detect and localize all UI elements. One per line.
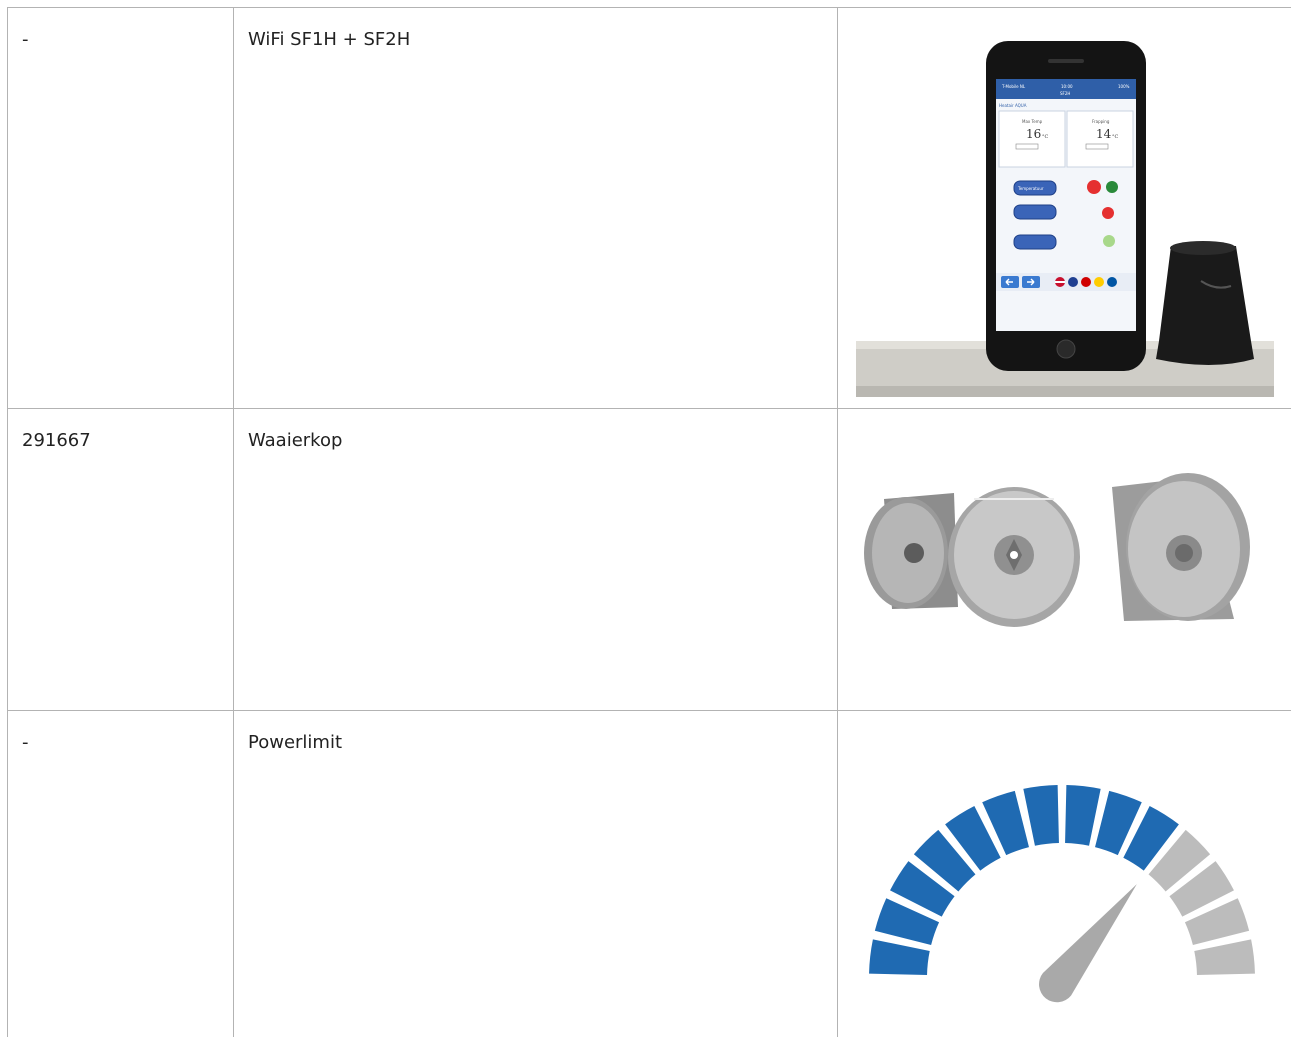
products-table: - WiFi SF1H + SF2H T-Mobile NL 10:00 100… — [7, 7, 1291, 1037]
screen-button-1: Temperatuur — [1017, 186, 1044, 191]
product-name: Powerlimit — [248, 732, 343, 753]
screen-status-right: 100% — [1118, 84, 1130, 89]
table-row: - WiFi SF1H + SF2H T-Mobile NL 10:00 100… — [7, 7, 1291, 409]
gauge-segment — [1065, 785, 1101, 846]
table-row: 291667 Waaierkop — [7, 408, 1291, 711]
gauge-needle — [1039, 884, 1137, 1003]
article-code-cell: 291667 — [7, 408, 234, 711]
gauge-segment — [1023, 785, 1059, 846]
smartphone-app-photo: T-Mobile NL 10:00 100% SF2H Heatair AQUA… — [856, 41, 1274, 397]
article-code-cell: - — [7, 710, 234, 1037]
article-code: - — [22, 732, 29, 753]
product-name: Waaierkop — [248, 430, 343, 451]
gauge-segment — [1194, 939, 1255, 975]
screen-temp-right-label: Frapping — [1092, 119, 1110, 124]
screen-temp-left-label: Max Temp — [1022, 119, 1043, 124]
table-row: - Powerlimit — [7, 710, 1291, 1037]
screen-temp-left-value: 16 — [1026, 127, 1041, 141]
description-cell: Powerlimit — [233, 710, 838, 1037]
screen-temp-right-value: 14 — [1096, 127, 1112, 141]
gauge-segment — [869, 939, 930, 975]
screen-temp-right-unit: °C — [1112, 134, 1119, 140]
product-name: WiFi SF1H + SF2H — [248, 29, 411, 50]
description-cell: WiFi SF1H + SF2H — [233, 7, 838, 409]
screen-status-center: 10:00 — [1061, 84, 1073, 89]
article-code-cell: - — [7, 7, 234, 409]
image-cell: T-Mobile NL 10:00 100% SF2H Heatair AQUA… — [837, 7, 1291, 409]
fan-head-photo — [864, 473, 1250, 627]
image-cell — [837, 710, 1291, 1037]
screen-header: SF2H — [1060, 91, 1070, 96]
power-gauge-icon — [869, 785, 1255, 1003]
image-cell — [837, 408, 1291, 711]
screen-device: Heatair AQUA — [999, 103, 1027, 108]
article-code: 291667 — [22, 430, 91, 451]
article-code: - — [22, 29, 29, 50]
description-cell: Waaierkop — [233, 408, 838, 711]
screen-temp-left-unit: °C — [1042, 134, 1049, 140]
screen-status-left: T-Mobile NL — [1001, 84, 1026, 89]
